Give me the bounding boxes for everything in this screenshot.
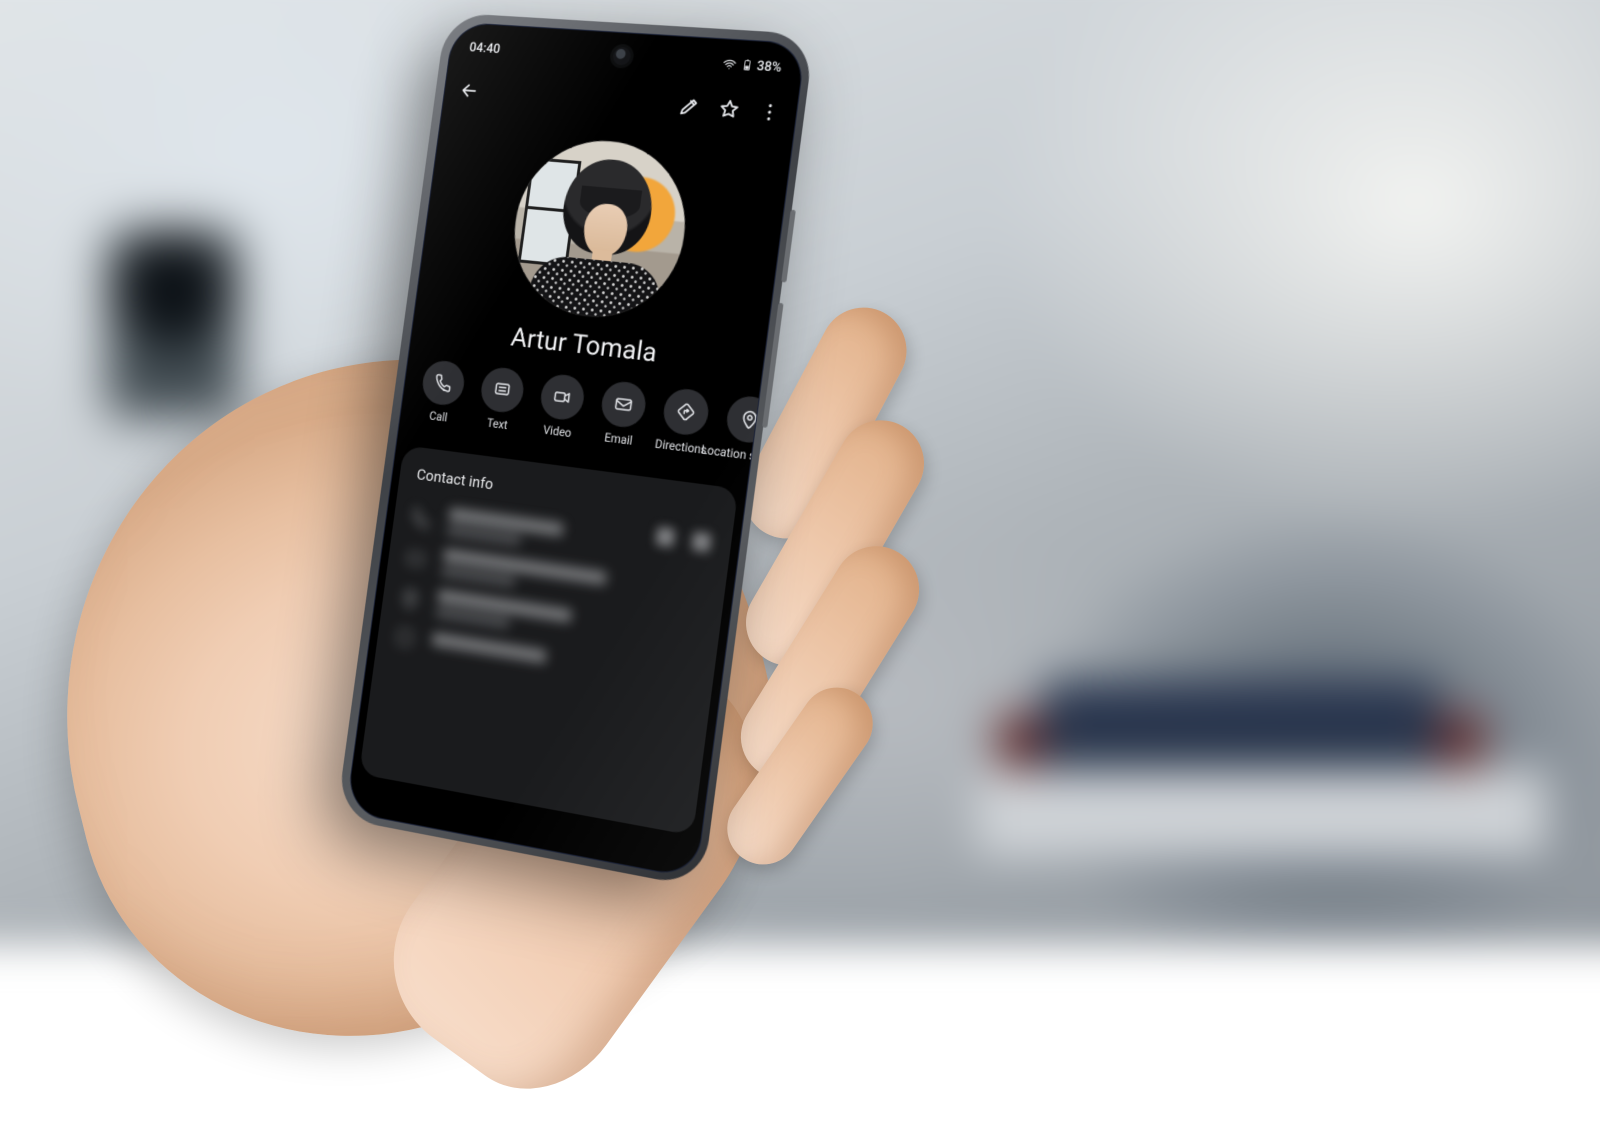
action-label: Call — [428, 408, 448, 424]
email-icon — [612, 393, 634, 416]
action-text[interactable]: Text — [471, 365, 530, 434]
wifi-icon — [721, 56, 738, 72]
battery-indicator: 38% — [721, 56, 783, 75]
video-icon — [551, 386, 573, 408]
action-label: Email — [604, 430, 634, 448]
action-video[interactable]: Video — [531, 372, 591, 442]
pencil-icon — [677, 95, 702, 119]
contact-avatar[interactable] — [504, 135, 696, 325]
star-outline-icon — [717, 97, 742, 121]
action-label: Text — [486, 416, 509, 433]
location-icon — [738, 408, 759, 431]
action-label: Location sharing — [700, 442, 758, 463]
battery-text: 38% — [756, 58, 783, 75]
favorite-button[interactable] — [706, 88, 752, 132]
action-email[interactable]: Email — [592, 379, 653, 449]
action-location-share[interactable]: Location sharing — [717, 394, 759, 463]
edit-button[interactable] — [667, 85, 712, 128]
action-label: Video — [542, 423, 572, 441]
action-call[interactable]: Call — [413, 358, 471, 426]
clock: 04:40 — [468, 40, 501, 57]
contact-info-card: Contact info — [359, 445, 738, 835]
phone-icon — [432, 372, 453, 394]
more-vert-icon — [757, 100, 782, 124]
back-button[interactable] — [448, 70, 490, 112]
arrow-back-icon — [458, 79, 481, 102]
battery-icon — [740, 58, 754, 73]
more-button[interactable] — [747, 90, 793, 134]
message-icon — [491, 379, 513, 401]
directions-icon — [674, 400, 697, 423]
